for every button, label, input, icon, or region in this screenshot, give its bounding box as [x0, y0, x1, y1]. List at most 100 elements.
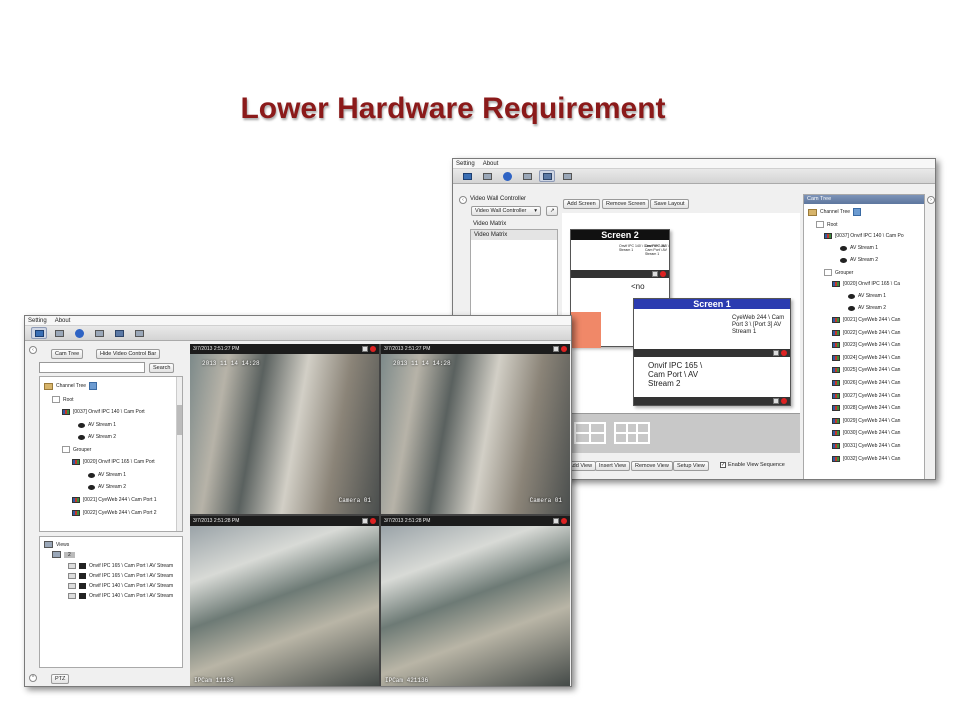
video-tile[interactable]: 3/7/2013 2:51:27 PM 2013 11 14 14:28 Camer… — [190, 344, 379, 514]
monitor-icon[interactable] — [459, 170, 475, 182]
screen-1[interactable]: Screen 1 CyeWeb 244 \ Cam Port 3 \ [Port… — [633, 298, 791, 406]
view-item[interactable]: Onvif IPC 165 \ Cam Port \ AV Stream — [68, 563, 173, 569]
close-icon[interactable] — [561, 518, 567, 524]
tree-scrollbar[interactable] — [176, 377, 182, 531]
info-icon[interactable] — [499, 170, 515, 182]
tree-cam-0037[interactable]: [0037] Onvif IPC 140 \ Cam Port — [62, 409, 145, 415]
refresh-icon[interactable] — [89, 382, 98, 390]
search-button[interactable]: Search — [149, 363, 175, 373]
refresh-icon[interactable] — [853, 208, 862, 216]
tree-cam-0022[interactable]: [0022] CyeWeb 244 \ Cam Port 2 — [72, 510, 157, 516]
devices-small-icon[interactable] — [131, 327, 147, 339]
tree-channel-tree[interactable]: Channel Tree — [808, 208, 862, 216]
menu-about[interactable]: About — [55, 318, 71, 324]
fullscreen-icon[interactable] — [652, 271, 658, 277]
add-screen-button[interactable]: Add Screen — [563, 199, 600, 209]
hide-video-control-bar-button[interactable]: Hide Video Control Bar — [96, 349, 161, 359]
enable-view-sequence[interactable]: ✓ Enable View Sequence — [720, 462, 785, 468]
tree-cam-cyeweb[interactable]: [0025] CyeWeb 244 \ Can — [832, 367, 900, 374]
tree-cam-cyeweb[interactable]: [0022] CyeWeb 244 \ Can — [832, 329, 900, 336]
expand-ptz-icon[interactable]: ^ — [29, 674, 37, 682]
tree-cam-0021[interactable]: [0021] CyeWeb 244 \ Cam Port 1 — [72, 497, 157, 503]
tree-cam-0020[interactable]: [0020] Onvif IPC 165 \ Ca — [832, 281, 900, 287]
close-icon[interactable] — [660, 271, 666, 277]
tree-cam-0020[interactable]: [0020] Onvif IPC 165 \ Cam Port — [72, 459, 155, 465]
devices-icon[interactable] — [479, 170, 495, 182]
close-icon[interactable] — [370, 346, 376, 352]
connect-button[interactable]: ↗ — [546, 206, 558, 216]
video-matrix-item[interactable]: Video Matrix — [471, 230, 557, 240]
tree-root[interactable]: Root — [816, 221, 838, 228]
close-icon[interactable] — [370, 518, 376, 524]
tree-cam-0037[interactable]: [0037] Onvif IPC 140 \ Cam Po — [824, 233, 904, 239]
monitor-icon[interactable] — [31, 327, 47, 339]
fullscreen-icon[interactable] — [773, 350, 779, 356]
info-icon[interactable] — [71, 327, 87, 339]
video-tile[interactable]: 3/7/2013 2:51:28 PM IPCam 11136 — [190, 516, 379, 686]
devices-icon[interactable] — [51, 327, 67, 339]
video-wall-icon[interactable] — [539, 170, 555, 182]
checkbox-checked-icon[interactable]: ✓ — [720, 462, 726, 468]
remove-screen-button[interactable]: Remove Screen — [602, 199, 650, 209]
tree-stream-1[interactable]: AV Stream 1 — [78, 422, 116, 428]
view-item[interactable]: Onvif IPC 140 \ Cam Port \ AV Stream — [68, 593, 173, 599]
collapse-left-icon[interactable]: ‹ — [29, 346, 37, 354]
tree-cam-cyeweb[interactable]: [0030] CyeWeb 244 \ Can — [832, 430, 900, 437]
view-item[interactable]: Onvif IPC 165 \ Cam Port \ AV Stream — [68, 573, 173, 579]
tree-cam-cyeweb[interactable]: [0026] CyeWeb 244 \ Can — [832, 380, 900, 386]
menu-about[interactable]: About — [483, 161, 499, 167]
layout-3x2-icon[interactable] — [614, 422, 650, 444]
tree-cam-cyeweb[interactable]: [0027] CyeWeb 244 \ Can — [832, 392, 900, 399]
close-icon[interactable] — [781, 398, 787, 404]
devices-alt-icon[interactable] — [91, 327, 107, 339]
setup-view-button[interactable]: Setup View — [673, 461, 709, 471]
fullscreen-icon[interactable] — [553, 518, 559, 524]
stream-icon — [848, 305, 855, 311]
tree-g-stream-2[interactable]: AV Stream 2 — [88, 484, 126, 490]
views-group[interactable]: 2 — [52, 551, 75, 558]
fullscreen-icon[interactable] — [362, 518, 368, 524]
collapse-right-icon[interactable]: › — [927, 196, 935, 204]
remove-view-button[interactable]: Remove View — [631, 461, 673, 471]
tree-stream-2[interactable]: AV Stream 2 — [840, 257, 878, 263]
tree-stream-2[interactable]: AV Stream 2 — [78, 434, 116, 440]
tree-channel-tree[interactable]: Channel Tree — [44, 382, 98, 390]
menu-setting[interactable]: Setting — [456, 161, 475, 167]
tree-grouper[interactable]: Grouper — [824, 269, 853, 276]
menu-setting[interactable]: Setting — [28, 318, 47, 324]
screen-2-selected-cell[interactable] — [571, 312, 601, 348]
tree-cam-cyeweb[interactable]: [0031] CyeWeb 244 \ Can — [832, 443, 900, 449]
fullscreen-icon[interactable] — [362, 346, 368, 352]
tree-cam-cyeweb[interactable]: [0028] CyeWeb 244 \ Can — [832, 405, 900, 412]
tree-cam-cyeweb[interactable]: [0024] CyeWeb 244 \ Can — [832, 354, 900, 361]
tree-cam-cyeweb[interactable]: [0021] CyeWeb 244 \ Can — [832, 317, 900, 323]
ptz-button[interactable]: PTZ — [51, 674, 70, 684]
tree-grouper[interactable]: Grouper — [62, 446, 91, 453]
close-icon[interactable] — [781, 350, 787, 356]
video-tile[interactable]: 3/7/2013 2:51:28 PM IPCam 421136 — [381, 516, 570, 686]
views-node[interactable]: Views — [44, 541, 69, 548]
tree-g-stream-1[interactable]: AV Stream 1 — [848, 293, 886, 299]
video-wall-icon[interactable] — [111, 327, 127, 339]
close-icon[interactable] — [561, 346, 567, 352]
layout-2x2-icon[interactable] — [574, 422, 606, 444]
view-item[interactable]: Onvif IPC 140 \ Cam Port \ AV Stream — [68, 583, 173, 589]
tree-cam-cyeweb[interactable]: [0023] CyeWeb 244 \ Can — [832, 342, 900, 349]
fullscreen-icon[interactable] — [773, 398, 779, 404]
tree-cam-cyeweb[interactable]: [0029] CyeWeb 244 \ Can — [832, 417, 900, 424]
collapse-left-icon[interactable]: ‹ — [459, 196, 467, 204]
controller-select[interactable]: Video Wall Controller ▾ — [471, 206, 541, 216]
insert-view-button[interactable]: Insert View — [595, 461, 631, 471]
devices-small-icon[interactable] — [559, 170, 575, 182]
tree-stream-1[interactable]: AV Stream 1 — [840, 245, 878, 251]
tree-cam-cyeweb[interactable]: [0032] CyeWeb 244 \ Can — [832, 455, 900, 462]
video-tile[interactable]: 3/7/2013 2:51:27 PM 2013 11 14 14:28 Camer… — [381, 344, 570, 514]
tree-root[interactable]: Root — [52, 396, 74, 403]
tab-cam-tree[interactable]: Cam Tree — [51, 349, 84, 359]
tree-g-stream-1[interactable]: AV Stream 1 — [88, 472, 126, 478]
fullscreen-icon[interactable] — [553, 346, 559, 352]
save-layout-button[interactable]: Save Layout — [650, 199, 689, 209]
devices-alt-icon[interactable] — [519, 170, 535, 182]
search-input[interactable] — [39, 362, 145, 373]
tree-g-stream-2[interactable]: AV Stream 2 — [848, 305, 886, 311]
